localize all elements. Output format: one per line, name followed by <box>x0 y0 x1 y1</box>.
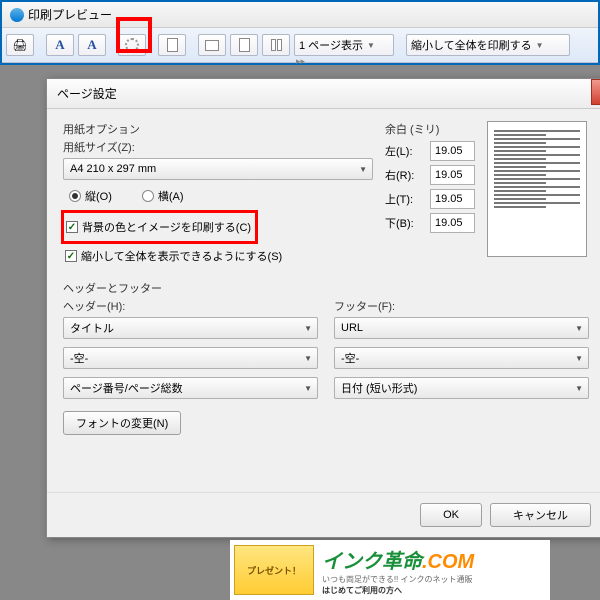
radio-icon <box>69 190 81 202</box>
margin-bottom-label: 下(B): <box>385 215 422 231</box>
letter-a-icon: A <box>55 37 64 53</box>
present-banner: プレゼント！ <box>234 545 314 595</box>
footer-3-select[interactable]: 日付 (短い形式) <box>334 377 589 399</box>
split-handle[interactable] <box>296 56 305 80</box>
cancel-button[interactable]: キャンセル <box>490 503 591 527</box>
margin-right-input[interactable]: 19.05 <box>430 165 475 185</box>
page-preview <box>487 121 587 257</box>
red-highlight-toolbar <box>116 17 152 53</box>
printer-icon <box>12 36 27 54</box>
footer-2-select[interactable]: -空- <box>334 347 589 369</box>
header-2-select[interactable]: -空- <box>63 347 318 369</box>
letter-a-icon: A <box>87 37 96 53</box>
multi-page-button[interactable] <box>262 34 290 56</box>
orientation-portrait-radio[interactable]: 縦(O) <box>69 188 112 204</box>
paper-options-label: 用紙オプション <box>63 121 373 137</box>
window-title: 印刷プレビュー <box>28 6 112 23</box>
paper-size-select[interactable]: A4 210 x 297 mm <box>63 158 373 180</box>
checkbox-icon <box>65 250 77 262</box>
margin-right-label: 右(R): <box>385 167 422 183</box>
orientation-landscape-radio[interactable]: 横(A) <box>142 188 184 204</box>
ok-button[interactable]: OK <box>420 503 482 527</box>
pages-icon <box>271 39 282 51</box>
background-content: プレゼント！ インク革命.COM いつも両足ができる!! インクのネット通販 は… <box>230 540 550 600</box>
margin-top-input[interactable]: 19.05 <box>430 189 475 209</box>
page-icon <box>167 38 178 52</box>
dialog-footer: OK キャンセル <box>47 492 600 537</box>
print-background-checkbox[interactable]: 背景の色とイメージを印刷する(C) <box>66 219 251 235</box>
dialog-title: ページ設定 <box>57 87 117 101</box>
full-width-button[interactable] <box>198 34 226 56</box>
shrink-fit-select[interactable]: 縮小して全体を印刷する <box>406 34 570 56</box>
page-icon <box>239 38 250 52</box>
print-button[interactable] <box>6 34 34 56</box>
shrink-to-fit-checkbox[interactable]: 縮小して全体を表示できるようにする(S) <box>65 248 373 264</box>
margin-left-label: 左(L): <box>385 143 422 159</box>
header-label: ヘッダー(H): <box>63 298 318 314</box>
portrait-button[interactable]: A <box>46 34 74 56</box>
site-logo: インク革命.COM いつも両足ができる!! インクのネット通販 はじめてご利用の… <box>322 545 474 596</box>
margins-label: 余白 (ミリ) <box>385 121 475 137</box>
ie-icon <box>10 8 24 22</box>
window-title-bar: 印刷プレビュー <box>2 2 598 28</box>
landscape-button[interactable]: A <box>78 34 106 56</box>
change-font-button[interactable]: フォントの変更(N) <box>63 411 181 435</box>
margin-left-input[interactable]: 19.05 <box>430 141 475 161</box>
page-display-select[interactable]: 1 ページ表示 <box>294 34 394 56</box>
dialog-title-bar: ページ設定 <box>47 79 600 109</box>
close-button[interactable] <box>591 79 600 105</box>
margin-top-label: 上(T): <box>385 191 422 207</box>
margin-bottom-input[interactable]: 19.05 <box>430 213 475 233</box>
paper-size-label: 用紙サイズ(Z): <box>63 139 373 155</box>
red-highlight-checkbox: 背景の色とイメージを印刷する(C) <box>61 210 258 244</box>
page-setup-dialog: ページ設定 用紙オプション 用紙サイズ(Z): A4 210 x 297 mm … <box>46 78 600 538</box>
header-3-select[interactable]: ページ番号/ページ総数 <box>63 377 318 399</box>
checkbox-icon <box>66 221 78 233</box>
footer-1-select[interactable]: URL <box>334 317 589 339</box>
header-footer-group-label: ヘッダーとフッター <box>63 280 589 296</box>
full-page-button[interactable] <box>230 34 258 56</box>
page-wide-icon <box>205 40 219 51</box>
header-1-select[interactable]: タイトル <box>63 317 318 339</box>
footer-label: フッター(F): <box>334 298 589 314</box>
radio-icon <box>142 190 154 202</box>
headers-toggle-button[interactable] <box>158 34 186 56</box>
